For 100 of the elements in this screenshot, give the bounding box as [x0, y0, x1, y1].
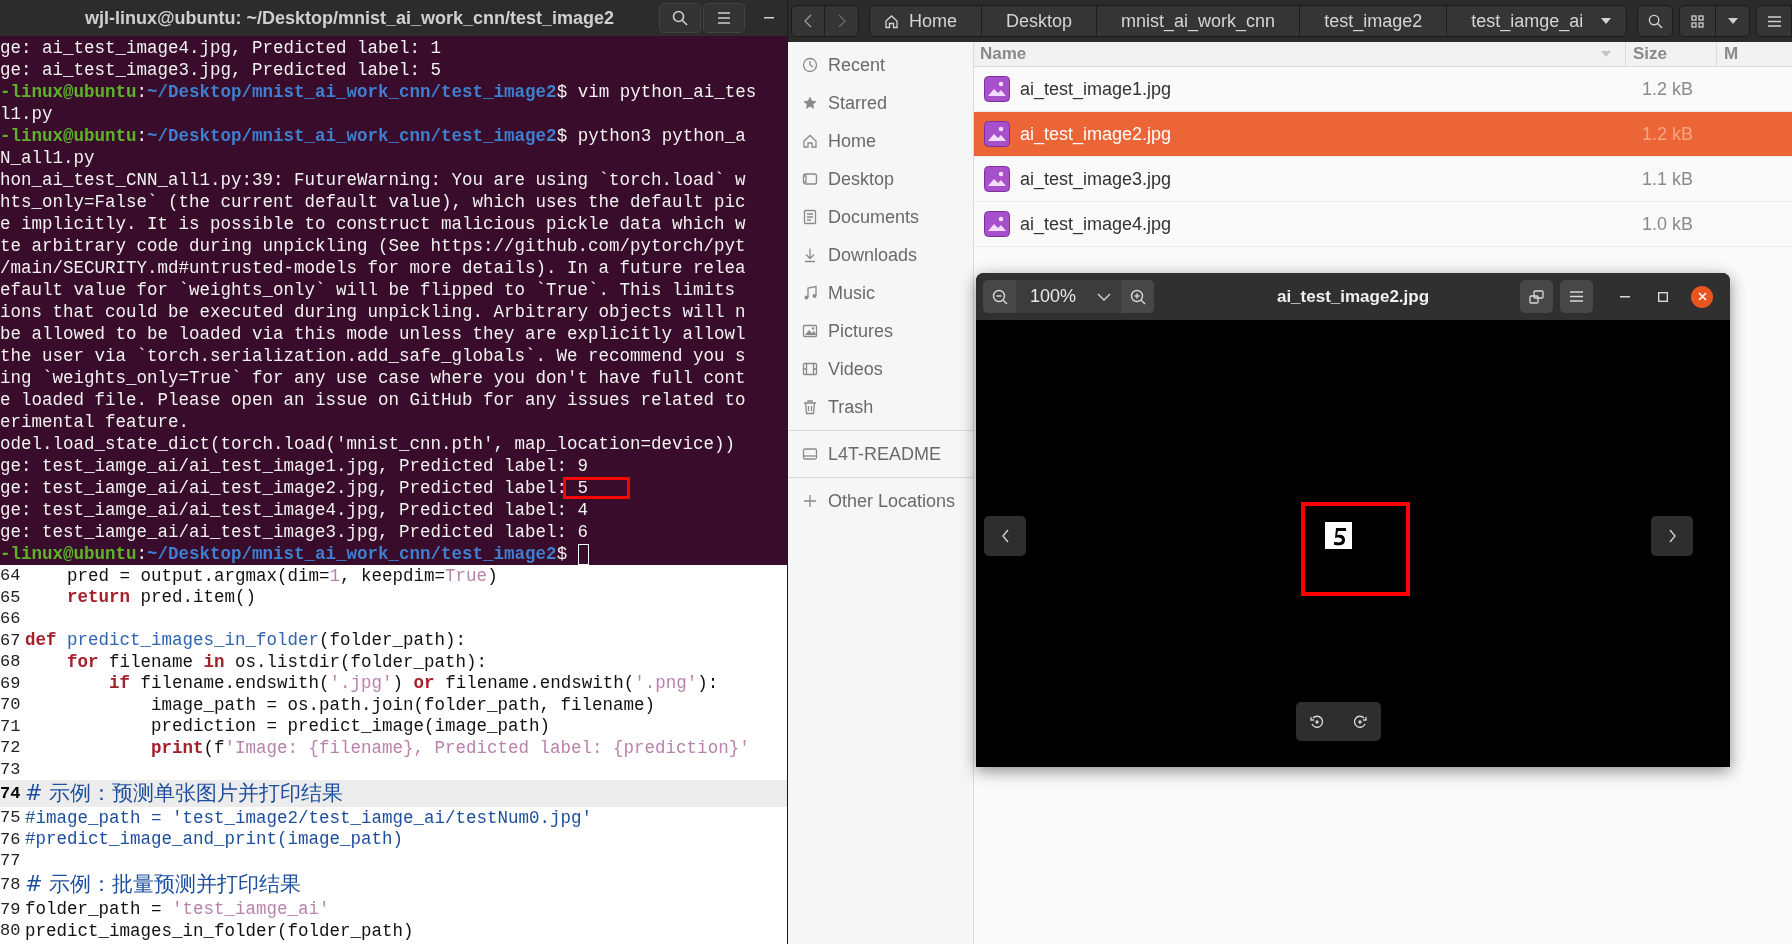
sidebar-item[interactable]: Other Locations: [788, 482, 973, 520]
film-icon: [802, 361, 818, 377]
file-name: ai_test_image1.jpg: [1020, 77, 1173, 102]
file-row[interactable]: ai_test_image4.jpg 1.0 kB: [974, 202, 1792, 247]
code-line: #image_path = 'test_image2/test_iamge_ai/testNum0.jpg': [25, 806, 593, 830]
code-line: prediction = predict_image(image_path): [150, 715, 551, 739]
line-number: 67: [0, 629, 22, 652]
sidebar-item[interactable]: Home: [788, 122, 973, 160]
chevron-left-icon: [804, 14, 812, 28]
drive-icon: [802, 446, 818, 462]
star-icon: [802, 95, 818, 111]
code-line: folder_path = 'test_iamge_ai': [25, 898, 330, 922]
comment-line: # 示例：预测单张图片并打印结果: [25, 779, 344, 807]
line-number: 64: [0, 565, 22, 587]
zoom-out-button[interactable]: [983, 280, 1016, 313]
line-number: 69: [0, 672, 22, 695]
music-note-icon: [802, 285, 818, 301]
code-line: #predict_image_and_print(image_path): [25, 828, 404, 852]
comment-line: # 示例：批量预测并打印结果: [25, 871, 302, 899]
gallery-button[interactable]: [1520, 280, 1553, 313]
image-file-icon: [984, 211, 1010, 237]
terminal-line: ge: test_iamge_ai/ai_test_image1.jpg, Predicted label: 9: [0, 455, 589, 477]
code-line: if filename.endswith('.jpg') or filename.endswith('.png'):: [108, 672, 719, 696]
caret-down-icon: [1727, 18, 1738, 24]
line-number: 73: [0, 758, 22, 781]
trash-icon: [802, 399, 818, 415]
line-number: 71: [0, 715, 22, 738]
terminal-line: efault value for `weights_only` will be flipped to `True`. This limits: [0, 279, 736, 301]
code-line: def predict_images_in_folder(folder_path):: [25, 629, 467, 653]
sidebar-item[interactable]: Recent: [788, 46, 973, 84]
path-segment[interactable]: test_iamge_ai: [1446, 6, 1626, 36]
sidebar-item[interactable]: Documents: [788, 198, 973, 236]
search-icon: [672, 10, 688, 26]
zoom-in-button[interactable]: [1121, 280, 1154, 313]
image-icon: [802, 323, 818, 339]
menu-button[interactable]: [1756, 5, 1792, 37]
terminal-line: hon_ai_test_CNN_all1.py:39: FutureWarning: You are using `torch.load` w: [0, 169, 746, 191]
zoom-in-icon: [1129, 288, 1146, 305]
rotate-right-icon: [1352, 714, 1367, 729]
path-segment[interactable]: mnist_ai_work_cnn: [1096, 6, 1300, 36]
file-name: ai_test_image3.jpg: [1020, 167, 1173, 192]
window-title: ai_test_image2.jpg: [1276, 285, 1430, 308]
line-number: 66: [0, 608, 22, 630]
sidebar-item[interactable]: Downloads: [788, 236, 973, 274]
terminal-line: ing `weights_only=True` for any use case where you don't have full cont: [0, 367, 746, 389]
sidebar-item[interactable]: Starred: [788, 84, 973, 122]
image-file-icon: [984, 76, 1010, 102]
chevron-down-icon: [1097, 292, 1111, 301]
terminal-line: -linux@ubuntu:~/Desktop/mnist_ai_work_cnn/test_image2$ python3 python_a: [0, 125, 746, 147]
line-number: 76: [0, 828, 22, 851]
code-line: predict_images_in_folder(folder_path): [25, 919, 414, 943]
terminal-line: ge: ai_test_image3.jpg, Predicted label: 5: [0, 59, 442, 81]
terminal-line: te arbitrary code during unpickling (See https://github.com/pytorch/pyt: [0, 235, 746, 257]
column-header[interactable]: Size: [1625, 42, 1716, 66]
terminal-line: ge: ai_test_image4.jpg, Predicted label: 1: [0, 37, 442, 59]
path-segment[interactable]: test_image2: [1299, 6, 1447, 36]
line-number: 70: [0, 694, 22, 716]
close-button[interactable]: [1691, 285, 1713, 308]
clock-icon: [802, 57, 818, 73]
code-line: for filename in os.listdir(folder_path):: [66, 650, 488, 674]
path-segment[interactable]: Desktop: [981, 6, 1097, 36]
file-size: 1.2 kB: [1642, 122, 1694, 146]
code-line: pred = output.argmax(dim=1, keepdim=True): [66, 565, 498, 588]
monitor-icon: [802, 171, 818, 187]
code-line: print(f'Image: {filename}, Predicted label: {prediction}': [150, 736, 750, 760]
file-row[interactable]: ai_test_image2.jpg 1.2 kB: [974, 112, 1792, 157]
plus-icon: [802, 493, 818, 509]
search-button[interactable]: [659, 3, 701, 33]
sidebar-item[interactable]: L4T-README: [788, 435, 973, 473]
sidebar-item[interactable]: Desktop: [788, 160, 973, 198]
image-file-icon: [984, 166, 1010, 192]
overlapping-squares-icon: [1529, 289, 1544, 304]
terminal-line: l1.py: [0, 103, 53, 125]
search-icon: [1647, 13, 1663, 29]
chevron-left-icon: [1001, 529, 1009, 543]
home-icon: [884, 13, 899, 29]
menu-icon: [1570, 291, 1583, 302]
sidebar-item[interactable]: Videos: [788, 350, 973, 388]
menu-icon: [717, 12, 731, 24]
sidebar-item[interactable]: Music: [788, 274, 973, 312]
file-size: 1.0 kB: [1642, 212, 1694, 236]
file-name: ai_test_image4.jpg: [1020, 212, 1173, 237]
terminal-line: ge: test_iamge_ai/ai_test_image2.jpg, Predicted label: 5: [0, 477, 589, 499]
menu-button[interactable]: [1560, 280, 1593, 313]
file-row[interactable]: ai_test_image3.jpg 1.1 kB: [974, 157, 1792, 202]
column-header[interactable]: M: [1716, 42, 1792, 66]
menu-button[interactable]: [703, 3, 745, 33]
image-file-icon: [984, 121, 1010, 147]
grid-icon: [1691, 14, 1704, 28]
terminal-line: e loaded file. Please open an issue on GitHub for any issues related to: [0, 389, 746, 411]
column-header[interactable]: Name: [974, 42, 1625, 66]
path-segment[interactable]: Home: [870, 6, 981, 36]
sidebar-item[interactable]: Trash: [788, 388, 973, 426]
menu-icon: [1767, 15, 1781, 27]
download-icon: [802, 247, 818, 263]
search-button[interactable]: [1637, 5, 1673, 37]
sidebar-item[interactable]: Pictures: [788, 312, 973, 350]
terminal-line: be allowed to be loaded via this mode unless they are explicitly allowl: [0, 323, 746, 345]
code-line: image_path = os.path.join(folder_path, filename): [150, 693, 656, 717]
terminal-line: ge: test_iamge_ai/ai_test_image3.jpg, Predicted label: 6: [0, 521, 589, 543]
